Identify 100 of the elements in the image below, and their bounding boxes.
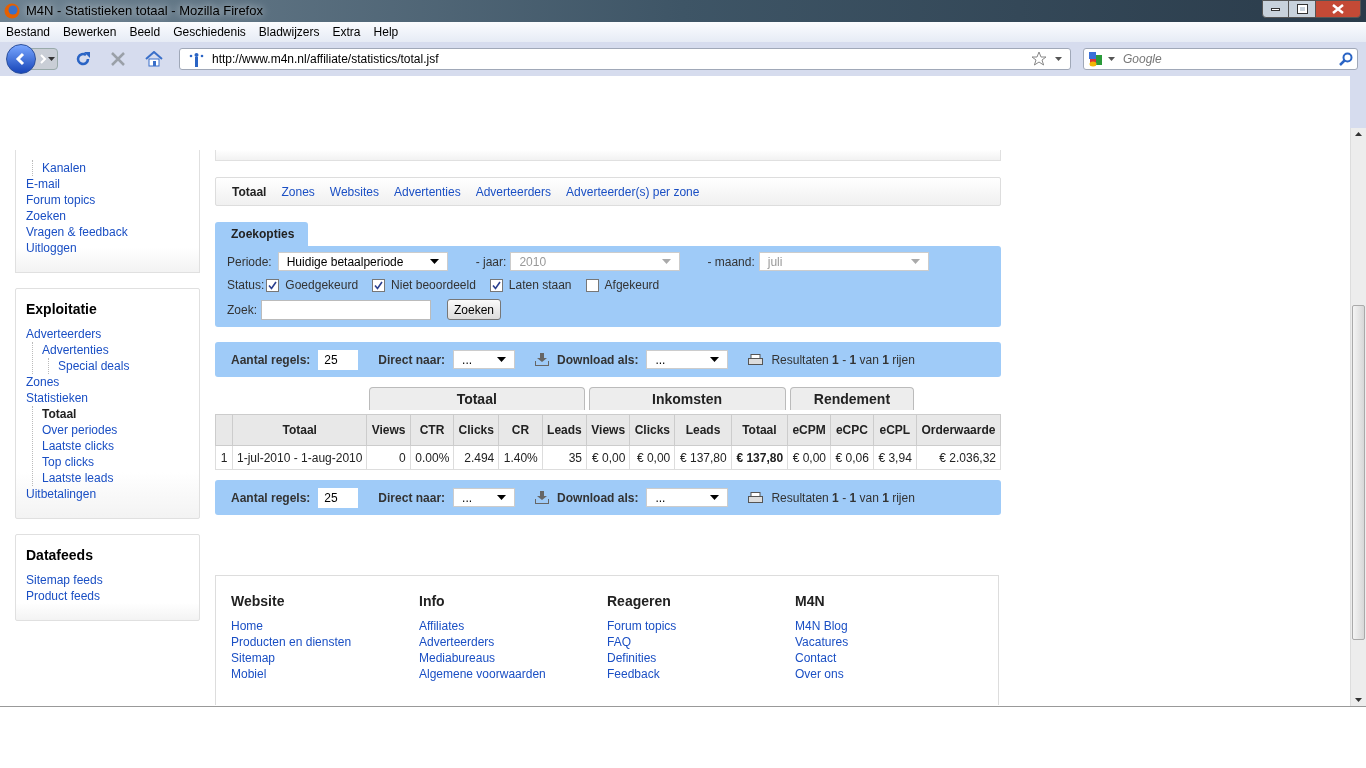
menu-item[interactable]: Bewerken <box>63 23 117 41</box>
download-icon[interactable] <box>535 491 550 504</box>
footer-link[interactable]: Vacatures <box>795 634 983 650</box>
tab[interactable]: Adverteerders <box>475 182 552 201</box>
footer-link[interactable]: Definities <box>607 650 795 666</box>
footer-link[interactable]: Algemene voorwaarden <box>419 666 607 682</box>
address-bar[interactable]: http://www.m4n.nl/affiliate/statistics/total.jsf <box>179 48 1071 70</box>
table-cell: 35 <box>542 445 587 470</box>
minimize-button[interactable] <box>1262 0 1289 18</box>
sidebar-link[interactable]: Statistieken <box>26 390 189 406</box>
checkbox-label: Niet beoordeeld <box>391 277 476 294</box>
period-label: Periode: <box>227 253 272 271</box>
tab[interactable]: Adverteerder(s) per zone <box>566 182 700 201</box>
tab[interactable]: Zones <box>281 182 315 201</box>
scroll-up-icon[interactable] <box>1355 132 1362 136</box>
tab[interactable]: Totaal <box>232 182 267 201</box>
scroll-thumb[interactable] <box>1352 305 1365 640</box>
checkbox[interactable] <box>372 278 386 292</box>
footer-link[interactable]: Mediabureaus <box>419 650 607 666</box>
download-select[interactable]: ... <box>646 350 729 369</box>
reload-icon[interactable] <box>75 51 91 67</box>
scrollbar[interactable] <box>1350 128 1366 706</box>
sidebar-link[interactable]: Kanalen <box>42 160 189 176</box>
sidebar-link[interactable]: Advertenties <box>42 342 189 358</box>
rows-label: Aantal regels: <box>231 351 311 369</box>
home-icon[interactable] <box>145 51 163 67</box>
sidebar-link[interactable]: Totaal <box>42 406 189 422</box>
sidebar-link[interactable]: Adverteerders <box>26 326 189 342</box>
caret-icon <box>429 259 439 264</box>
menu-item[interactable]: Help <box>373 23 399 41</box>
results-text: Resultaten 1 - 1 van 1 rijen <box>771 489 915 507</box>
menu-item[interactable]: Extra <box>332 23 361 41</box>
column-group-header: Inkomsten <box>588 387 786 410</box>
checkbox[interactable] <box>266 278 280 292</box>
footer-link[interactable]: Adverteerders <box>419 634 607 650</box>
tab[interactable]: Advertenties <box>393 182 461 201</box>
search-engine-icon[interactable] <box>1088 51 1104 67</box>
footer-link[interactable]: Feedback <box>607 666 795 682</box>
search-icon[interactable] <box>1339 52 1353 66</box>
site-icon <box>188 51 204 67</box>
restore-button[interactable] <box>1289 0 1315 18</box>
search-field[interactable]: Google <box>1083 48 1358 70</box>
sidebar-link[interactable]: Zones <box>26 374 189 390</box>
rows-field[interactable]: 25 <box>318 349 359 370</box>
menu-item[interactable]: Bladwijzers <box>258 23 320 41</box>
jump-select[interactable]: ... <box>453 488 516 507</box>
menu-item[interactable]: Geschiedenis <box>173 23 246 41</box>
footer-link[interactable]: Producten en diensten <box>231 634 419 650</box>
sidebar-link[interactable]: Sitemap feeds <box>26 572 189 588</box>
sidebar-link[interactable]: E-mail <box>26 176 189 192</box>
scroll-down-icon[interactable] <box>1355 698 1362 702</box>
footer-link[interactable]: FAQ <box>607 634 795 650</box>
checkbox-label: Laten staan <box>508 277 572 294</box>
footer-link[interactable]: M4N Blog <box>795 618 983 634</box>
query-field[interactable] <box>261 299 431 320</box>
footer-link[interactable]: Forum topics <box>607 618 795 634</box>
sidebar-link[interactable]: Product feeds <box>26 588 189 604</box>
search-options-tab[interactable]: Zoekopties <box>215 222 308 246</box>
footer-link[interactable]: Mobiel <box>231 666 419 682</box>
printer-icon[interactable] <box>748 492 764 503</box>
sidebar-link[interactable]: Over periodes <box>42 422 189 438</box>
dropdown-icon[interactable] <box>1108 57 1115 61</box>
back-button[interactable] <box>6 44 36 74</box>
sidebar-link[interactable]: Uitbetalingen <box>26 486 189 502</box>
menu-item[interactable]: Bestand <box>6 23 51 41</box>
footer-link[interactable]: Home <box>231 618 419 634</box>
printer-icon[interactable] <box>748 354 764 365</box>
sidebar-link[interactable]: Zoeken <box>26 208 189 224</box>
close-button[interactable] <box>1315 0 1361 18</box>
download-icon[interactable] <box>535 353 550 366</box>
sidebar-link[interactable]: Forum topics <box>26 192 189 208</box>
rows-field[interactable]: 25 <box>318 487 359 508</box>
sidebar-link[interactable]: Laatste clicks <box>42 438 189 454</box>
caret-icon <box>910 259 920 264</box>
jump-select[interactable]: ... <box>453 350 516 369</box>
checkbox[interactable] <box>585 278 599 292</box>
sidebar-link[interactable]: Laatste leads <box>42 470 189 486</box>
column-header: eCPL <box>873 414 917 446</box>
column-header: CR <box>498 414 543 446</box>
period-select[interactable]: Huidige betaalperiode <box>277 252 448 271</box>
checkbox[interactable] <box>489 278 503 292</box>
sidebar-link[interactable]: Special deals <box>58 358 189 374</box>
table-cell: € 0,00 <box>629 445 675 470</box>
column-header: Leads <box>674 414 732 446</box>
tab[interactable]: Websites <box>329 182 379 201</box>
star-icon[interactable] <box>1031 51 1047 67</box>
sidebar-link[interactable]: Top clicks <box>42 454 189 470</box>
dropdown-icon[interactable] <box>48 57 55 61</box>
download-select[interactable]: ... <box>646 488 729 507</box>
menu-item[interactable]: Beeld <box>129 23 161 41</box>
footer-link[interactable]: Contact <box>795 650 983 666</box>
sidebar-link[interactable]: Vragen & feedback <box>26 224 189 240</box>
row-number: 1 <box>215 445 233 470</box>
search-placeholder: Google <box>1123 51 1162 68</box>
footer-link[interactable]: Sitemap <box>231 650 419 666</box>
footer-link[interactable]: Over ons <box>795 666 983 682</box>
search-button[interactable]: Zoeken <box>447 299 502 320</box>
dropdown-icon[interactable] <box>1055 57 1062 61</box>
footer-link[interactable]: Affiliates <box>419 618 607 634</box>
sidebar-link[interactable]: Uitloggen <box>26 240 189 256</box>
